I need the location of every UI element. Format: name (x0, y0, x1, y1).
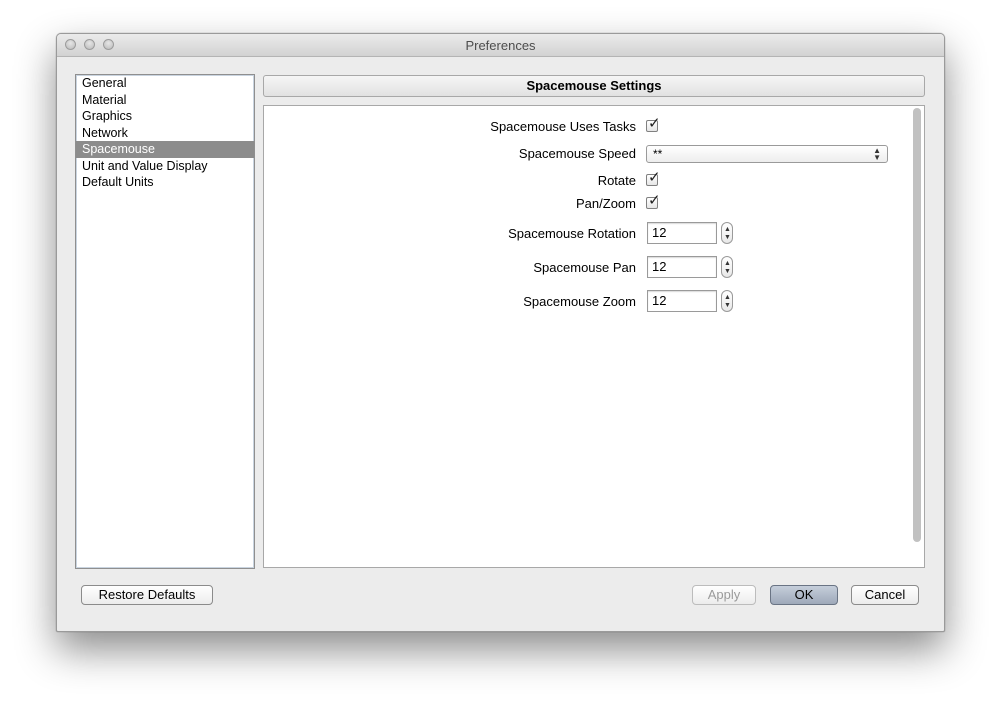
stepper-down-icon[interactable]: ▼ (724, 234, 731, 241)
pan-label: Spacemouse Pan (533, 260, 636, 275)
speed-label: Spacemouse Speed (518, 146, 636, 161)
sidebar-item-default-units[interactable]: Default Units (76, 174, 254, 191)
apply-button[interactable]: Apply (692, 585, 756, 605)
rotation-stepper[interactable]: ▲ ▼ (721, 222, 733, 244)
vertical-scrollbar[interactable] (913, 108, 921, 563)
ok-button[interactable]: OK (770, 585, 838, 605)
scrollbar-thumb[interactable] (913, 108, 921, 542)
stepper-down-icon[interactable]: ▼ (724, 268, 731, 275)
pan-zoom-label: Pan/Zoom (576, 196, 636, 211)
window-title: Preferences (465, 38, 536, 53)
restore-defaults-button[interactable]: Restore Defaults (81, 585, 213, 605)
sidebar-item-graphics[interactable]: Graphics (76, 108, 254, 125)
uses-tasks-label: Spacemouse Uses Tasks (490, 119, 636, 134)
rotation-label: Spacemouse Rotation (508, 226, 636, 241)
panel-title: Spacemouse Settings (263, 75, 925, 97)
zoom-input[interactable]: 12 (647, 290, 717, 312)
check-icon: ✓ (648, 169, 661, 186)
pan-stepper[interactable]: ▲ ▼ (721, 256, 733, 278)
stepper-up-icon[interactable]: ▲ (724, 294, 731, 301)
pan-input[interactable]: 12 (647, 256, 717, 278)
rotation-input[interactable]: 12 (647, 222, 717, 244)
cancel-button[interactable]: Cancel (851, 585, 919, 605)
rotate-label: Rotate (597, 173, 636, 188)
settings-panel: Spacemouse Uses Tasks ✓ Spacemouse Speed… (263, 105, 925, 568)
preferences-category-list[interactable]: General Material Graphics Network Spacem… (75, 74, 255, 569)
preferences-window: Preferences General Material Graphics Ne… (56, 33, 945, 632)
speed-select[interactable]: ** ▲ ▼ (646, 145, 888, 163)
title-bar: Preferences (57, 34, 944, 57)
sidebar-item-unit-and-value-display[interactable]: Unit and Value Display (76, 158, 254, 175)
stepper-up-icon[interactable]: ▲ (724, 226, 731, 233)
check-icon: ✓ (648, 192, 661, 209)
select-arrows-icon: ▲ ▼ (873, 146, 881, 162)
sidebar-item-spacemouse[interactable]: Spacemouse (76, 141, 254, 158)
zoom-stepper[interactable]: ▲ ▼ (721, 290, 733, 312)
sidebar-item-network[interactable]: Network (76, 125, 254, 142)
rotate-checkbox[interactable]: ✓ (646, 170, 661, 186)
uses-tasks-checkbox[interactable]: ✓ (646, 116, 661, 132)
zoom-label: Spacemouse Zoom (523, 294, 636, 309)
speed-select-value: ** (653, 147, 663, 161)
check-icon: ✓ (648, 115, 661, 132)
sidebar-item-general[interactable]: General (76, 75, 254, 92)
sidebar-item-material[interactable]: Material (76, 92, 254, 109)
pan-zoom-checkbox[interactable]: ✓ (646, 193, 661, 209)
stepper-down-icon[interactable]: ▼ (724, 302, 731, 309)
stepper-up-icon[interactable]: ▲ (724, 260, 731, 267)
